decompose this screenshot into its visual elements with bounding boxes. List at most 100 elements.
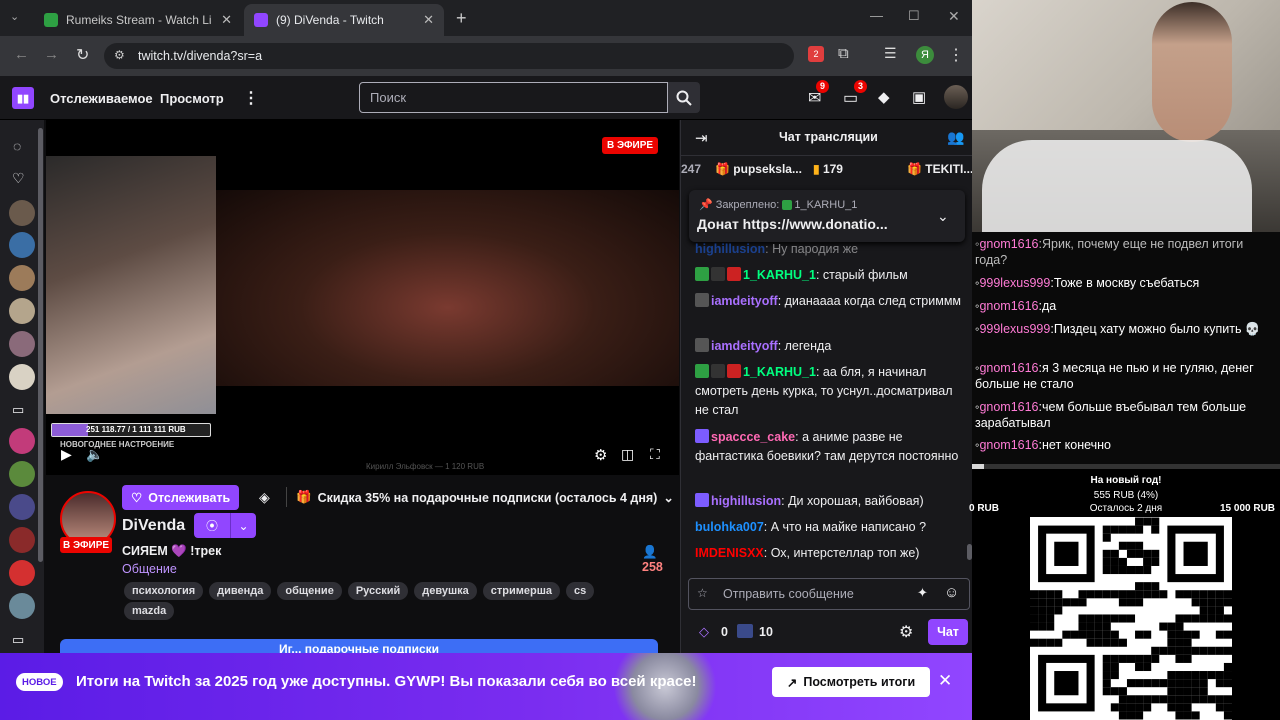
streamer-camera	[972, 0, 1280, 232]
tab-search-icon[interactable]: ⌄	[10, 10, 19, 23]
notifications-badge: 9	[816, 80, 830, 93]
prime-crown-icon[interactable]: ▣	[912, 88, 926, 106]
followed-channel-avatar[interactable]	[9, 298, 35, 324]
chat-input[interactable]: ☆ Отправить сообщение ✦ ☺	[688, 578, 970, 610]
close-tab-icon[interactable]: ✕	[423, 12, 434, 28]
collapse-chat-icon[interactable]: ⇥	[695, 129, 708, 147]
tag[interactable]: Русский	[347, 582, 409, 600]
chat-username[interactable]: iamdeityoff	[711, 339, 778, 353]
followed-channel-avatar[interactable]	[9, 200, 35, 226]
video-camera-icon[interactable]: ▭	[12, 632, 24, 648]
leaderboard-entry[interactable]: 🎁 pupseksla...	[715, 162, 802, 176]
tag[interactable]: психология	[124, 582, 204, 600]
bits-icon[interactable]: ◆	[878, 88, 890, 106]
leaderboard-entry[interactable]: 🎁 TEKITI...	[907, 162, 973, 176]
nav-more-icon[interactable]: ⋮	[243, 88, 259, 108]
new-tab-icon[interactable]: +	[456, 8, 467, 29]
community-icon[interactable]: 👥	[947, 129, 964, 146]
followed-channel-avatar[interactable]	[9, 593, 35, 619]
followed-channel-avatar[interactable]	[9, 560, 35, 586]
search-button[interactable]	[668, 82, 700, 113]
pinned-message[interactable]: 📌 Закреплено: 1_KARHU_1 Донат https://ww…	[689, 190, 965, 242]
chevron-down-icon[interactable]: ⌄	[937, 208, 949, 225]
close-tab-icon[interactable]: ✕	[221, 12, 232, 28]
badge-icon	[695, 429, 709, 443]
side-rail-scrollbar[interactable]	[38, 128, 43, 562]
channel-name[interactable]: DiVenda	[122, 517, 185, 535]
chat-username[interactable]: highillusion	[711, 494, 781, 508]
chat-username[interactable]: iamdeityoff	[711, 294, 778, 308]
chat-username[interactable]: 1_KARHU_1	[743, 268, 816, 282]
tag[interactable]: общение	[277, 582, 342, 600]
browser-tab-divenda[interactable]: (9) DiVenda - Twitch ✕	[244, 4, 444, 36]
video-player[interactable]: В ЭФИРЕ 251 118.77 / 1 111 111 RUB НОВОГ…	[46, 120, 679, 475]
followed-channel-avatar[interactable]	[9, 232, 35, 258]
chat-username[interactable]: IMDENISXX	[695, 546, 764, 560]
browser-tab-rumeiks[interactable]: Rumeiks Stream - Watch Live o ✕	[34, 4, 242, 36]
overlay-message: ◦gnom1616:Ярик, почему еще не подвел ито…	[975, 237, 1244, 267]
chat-username[interactable]: spaccce_cake	[711, 430, 795, 444]
nav-browse[interactable]: Просмотр	[160, 91, 224, 106]
followed-heart-icon[interactable]: ♡	[12, 170, 25, 187]
followed-channel-avatar[interactable]	[9, 428, 35, 454]
follow-label: Отслеживать	[148, 490, 231, 505]
chat-username[interactable]: highillusion	[695, 242, 765, 256]
chat-username[interactable]: 1_KARHU_1	[743, 365, 816, 379]
channel-points-icon[interactable]: ◇	[699, 624, 709, 640]
back-icon[interactable]: ←	[14, 46, 29, 63]
theatre-mode-icon[interactable]: ◫	[621, 446, 634, 463]
forward-icon[interactable]: →	[44, 46, 59, 63]
chat-identity-icon[interactable]: ☆	[697, 586, 708, 600]
fullscreen-icon[interactable]: ⛶	[650, 446, 660, 463]
leaderboard-entry[interactable]: 247	[681, 162, 701, 176]
reading-list-icon[interactable]: ☰	[884, 45, 897, 62]
close-banner-icon[interactable]: ✕	[938, 671, 952, 691]
url-field[interactable]: ⚙ twitch.tv/divenda?sr=a	[104, 43, 794, 69]
tag[interactable]: дивенда	[209, 582, 272, 600]
close-window-icon[interactable]: ✕	[948, 8, 960, 25]
follow-button[interactable]: ♡ Отслеживать	[122, 485, 240, 510]
browser-menu-icon[interactable]: ⋮	[948, 45, 964, 65]
chat-send-button[interactable]: Чат	[928, 619, 968, 645]
followed-channel-avatar[interactable]	[9, 494, 35, 520]
user-avatar[interactable]	[944, 85, 968, 109]
settings-gear-icon[interactable]: ⚙	[594, 446, 607, 464]
gift-bits-icon[interactable]: ◈	[259, 489, 270, 506]
extension-badge-icon[interactable]: 2	[808, 46, 824, 62]
leaderboard-entry[interactable]: ▮ 179	[813, 162, 843, 176]
twitch-logo-icon[interactable]: ▮▮	[12, 87, 34, 109]
chat-title: Чат трансляции	[779, 130, 878, 144]
video-camera-icon[interactable]: ▭	[12, 402, 24, 418]
subscribe-button[interactable]: ⦿ ⌄	[194, 513, 256, 538]
recommended-icon[interactable]: ◌	[13, 138, 21, 154]
chat-settings-gear-icon[interactable]: ⚙	[899, 622, 913, 642]
minimize-icon[interactable]: —	[870, 8, 883, 23]
nav-following[interactable]: Отслеживаемое	[50, 91, 153, 106]
stream-category[interactable]: Общение	[122, 562, 177, 576]
emote-picker-icon[interactable]: ☺	[944, 584, 959, 601]
reload-icon[interactable]: ↻	[76, 45, 89, 65]
profile-avatar[interactable]: Я	[916, 46, 934, 64]
play-icon[interactable]: ▶	[61, 446, 72, 463]
followed-channel-avatar[interactable]	[9, 265, 35, 291]
tag[interactable]: девушка	[414, 582, 477, 600]
followed-channel-avatar[interactable]	[9, 527, 35, 553]
extensions-puzzle-icon[interactable]: ⧉	[838, 45, 849, 62]
search-input[interactable]: Поиск	[359, 82, 668, 113]
site-info-icon[interactable]: ⚙	[114, 48, 125, 62]
volume-icon[interactable]: 🔈	[86, 446, 103, 463]
tag[interactable]: mazda	[124, 602, 175, 620]
chat-username[interactable]: bulohka007	[695, 520, 764, 534]
bits-cheer-icon[interactable]: ✦	[917, 585, 928, 601]
maximize-icon[interactable]: ☐	[908, 8, 920, 24]
new-year-caption: НОВОГОДНЕЕ НАСТРОЕНИЕ	[60, 440, 175, 449]
followed-channel-avatar[interactable]	[9, 461, 35, 487]
recap-banner: НОВОЕ Итоги на Twitch за 2025 год уже до…	[0, 653, 972, 720]
gift-sub-promo-button[interactable]: 🎁 Скидка 35% на подарочные подписки (оста…	[296, 485, 674, 510]
followed-channel-avatar[interactable]	[9, 364, 35, 390]
view-recap-button[interactable]: ↗ Посмотреть итоги	[772, 667, 930, 697]
chat-text: старый фильм	[822, 268, 908, 282]
tag[interactable]: стримерша	[482, 582, 561, 600]
followed-channel-avatar[interactable]	[9, 331, 35, 357]
tag[interactable]: cs	[566, 582, 595, 600]
